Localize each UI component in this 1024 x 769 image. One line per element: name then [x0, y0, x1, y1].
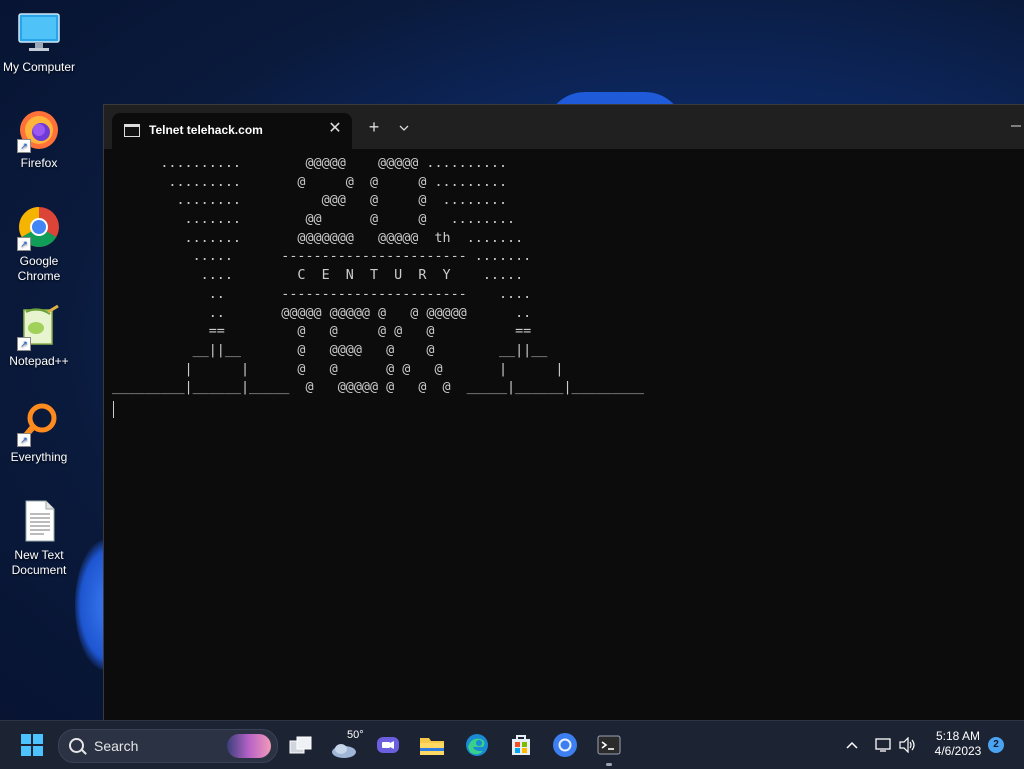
everything-search-icon: ↗ — [16, 400, 62, 447]
speaker-icon — [899, 737, 915, 753]
search-highlight-art — [227, 734, 271, 758]
notepadpp-icon: ↗ — [16, 304, 62, 351]
desktop-icon-label: Firefox — [20, 156, 58, 170]
task-view-button[interactable] — [283, 727, 319, 763]
terminal-line: ..... ----------------------- ....... — [112, 249, 532, 265]
terminal-line: .... C E N T U R Y ..... — [112, 268, 524, 284]
terminal-icon — [597, 735, 621, 755]
tab-title: Telnet telehack.com — [149, 123, 263, 137]
terminal-line: ....... @@@@@@@ @@@@@ th ....... — [112, 230, 524, 246]
title-bar[interactable]: Telnet telehack.com ✕ + — [104, 105, 1024, 149]
tab-dropdown-button[interactable] — [394, 117, 414, 137]
file-explorer-button[interactable] — [414, 727, 450, 763]
chrome-icon — [553, 733, 577, 757]
cloud-icon — [332, 744, 356, 758]
desktop-icon-notepadpp[interactable]: ↗ Notepad++ — [0, 304, 78, 369]
desktop-icon-label: Everything — [10, 450, 68, 464]
terminal-line: == @ @ @ @ @ == — [112, 324, 532, 340]
text-cursor — [113, 401, 114, 418]
search-icon — [69, 738, 84, 753]
weather-temp: 50° — [347, 729, 364, 741]
clock-date: 4/6/2023 — [934, 744, 982, 758]
clock-time: 5:18 AM — [935, 729, 981, 743]
desktop-icon-my-computer[interactable]: My Computer — [0, 10, 78, 75]
desktop-icon-firefox[interactable]: ↗ Firefox — [0, 106, 78, 171]
terminal-line: | | @ @ @ @ @ | | — [112, 361, 564, 377]
start-button[interactable] — [14, 727, 50, 763]
desktop-icon-label: Google — [19, 254, 59, 268]
taskbar-search[interactable]: Search — [58, 729, 278, 763]
store-button[interactable] — [503, 727, 539, 763]
shortcut-arrow-icon: ↗ — [17, 337, 31, 351]
desktop-icon-label: New Text — [14, 548, 64, 562]
shortcut-arrow-icon: ↗ — [17, 433, 31, 447]
console-icon — [124, 124, 140, 137]
notification-badge[interactable]: 2 — [988, 737, 1004, 753]
teams-chat-button[interactable] — [370, 727, 406, 763]
taskbar: Search 50° 5:18 AM 4/6/2023 2 — [0, 720, 1024, 769]
tab-telnet[interactable]: Telnet telehack.com ✕ — [112, 113, 352, 149]
desktop-icon-label: Chrome — [17, 269, 61, 283]
chevron-up-icon — [846, 741, 858, 749]
desktop-icon-everything[interactable]: ↗ Everything — [0, 400, 78, 465]
terminal-line: __||__ @ @@@@ @ @ __||__ — [112, 342, 548, 358]
desktop-icon-label: My Computer — [2, 60, 76, 74]
volume-button[interactable] — [890, 727, 926, 763]
minimize-button[interactable] — [1011, 117, 1024, 137]
edge-icon — [466, 734, 488, 756]
close-tab-button[interactable]: ✕ — [326, 120, 344, 138]
search-label: Search — [94, 738, 139, 754]
desktop-icon-chrome[interactable]: ↗ Google Chrome — [0, 204, 78, 284]
terminal-line: ......... @ @ @ @ ......... — [112, 174, 508, 190]
terminal-line: ....... @@ @ @ ........ — [112, 212, 516, 228]
terminal-line: ........ @@@ @ @ ........ — [112, 193, 508, 209]
store-icon — [512, 735, 530, 755]
video-chat-icon — [377, 737, 399, 753]
clock[interactable]: 5:18 AM 4/6/2023 — [926, 729, 990, 759]
new-tab-button[interactable]: + — [364, 117, 384, 137]
chrome-taskbar-button[interactable] — [547, 727, 583, 763]
terminal-line: .. @@@@@ @@@@@ @ @ @@@@@ .. — [112, 305, 532, 321]
desktop-icon-new-text-document[interactable]: New Text Document — [0, 498, 78, 578]
terminal-output[interactable]: .......... @@@@@ @@@@@ .......... ......… — [112, 155, 1024, 721]
text-file-icon — [16, 498, 62, 544]
shortcut-arrow-icon: ↗ — [17, 237, 31, 251]
minimize-icon — [1011, 125, 1021, 127]
task-view-icon — [289, 736, 312, 754]
terminal-window: Telnet telehack.com ✕ + .......... @@@@@… — [103, 104, 1024, 721]
folder-icon — [420, 738, 444, 755]
desktop-icon-label: Document — [11, 563, 67, 577]
terminal-taskbar-button[interactable] — [591, 727, 627, 763]
chevron-down-icon — [399, 125, 409, 131]
terminal-line: .......... @@@@@ @@@@@ .......... — [112, 156, 508, 171]
windows-logo-icon — [21, 734, 43, 756]
edge-button[interactable] — [459, 727, 495, 763]
chrome-icon: ↗ — [16, 204, 62, 251]
firefox-icon: ↗ — [16, 106, 62, 153]
show-hidden-icons-button[interactable] — [834, 727, 870, 763]
monitor-icon — [16, 10, 62, 56]
desktop-icon-label: Notepad++ — [9, 354, 69, 368]
shortcut-arrow-icon: ↗ — [17, 139, 31, 153]
terminal-line: _________|______|_____ @ @@@@@ @ @ @ ___… — [112, 380, 645, 396]
terminal-line: .. ----------------------- .... — [112, 286, 532, 302]
widgets-button[interactable]: 50° — [328, 727, 364, 763]
active-app-indicator — [606, 763, 612, 766]
